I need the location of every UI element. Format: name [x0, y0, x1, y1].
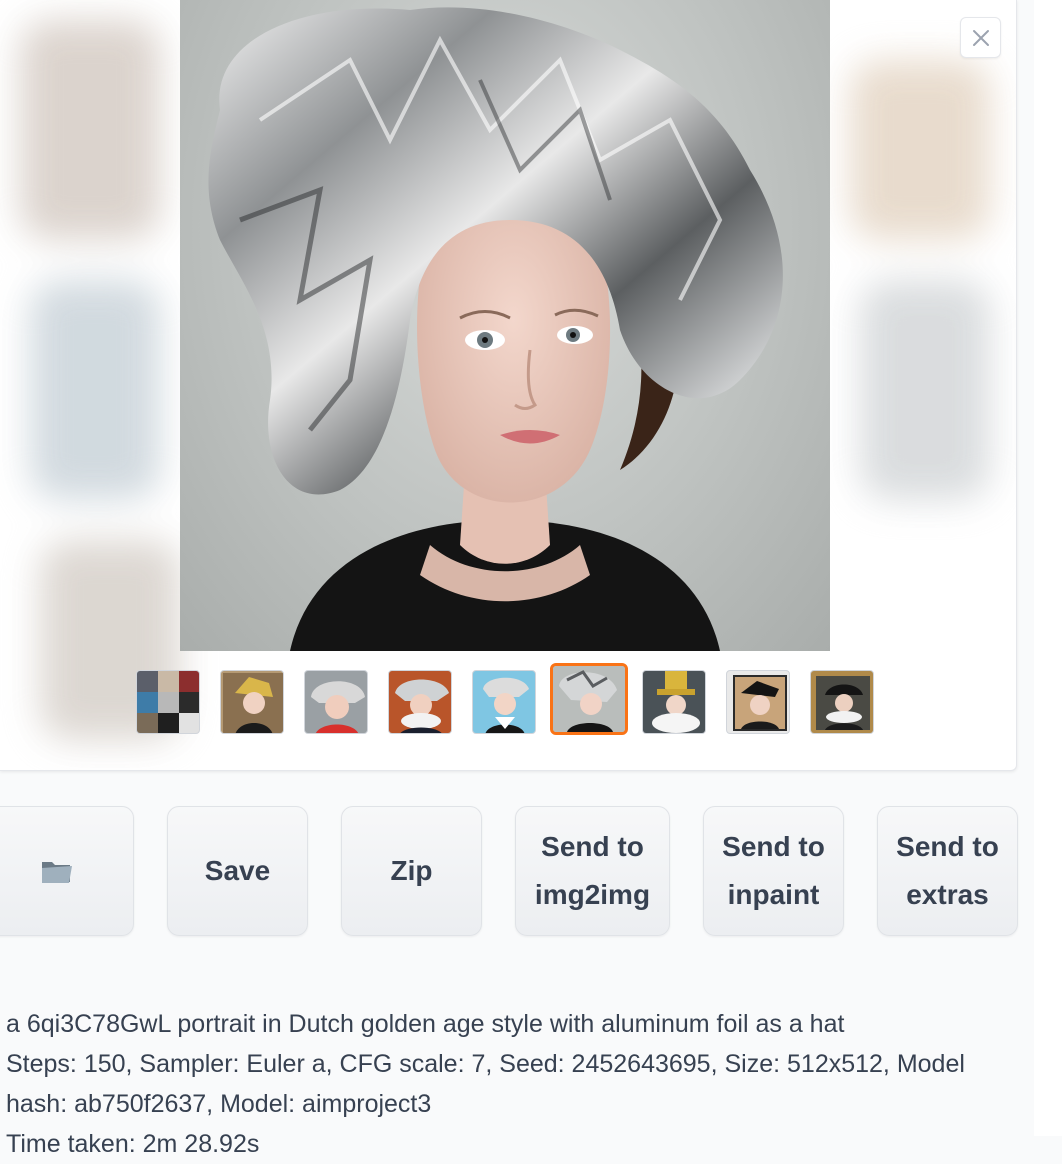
thumbnail-image	[811, 671, 873, 733]
thumbnail[interactable]	[388, 670, 452, 734]
save-button-label: Save	[204, 855, 271, 886]
send-to-inpaint-button[interactable]: Send to inpaint	[703, 806, 844, 936]
send-to-inpaint-label: Send to inpaint	[722, 831, 825, 910]
thumbnail[interactable]	[642, 670, 706, 734]
generation-info: a 6qi3C78GwL portrait in Dutch golden ag…	[6, 1004, 1016, 1164]
send-to-img2img-button[interactable]: Send to img2img	[515, 806, 670, 936]
send-to-extras-button[interactable]: Send to extras	[877, 806, 1018, 936]
thumbnail-image	[389, 671, 451, 733]
thumbnail-image	[727, 671, 789, 733]
thumbnail[interactable]	[472, 670, 536, 734]
folder-icon	[42, 862, 72, 883]
close-icon	[972, 29, 989, 46]
grid-thumbnail-image	[137, 671, 199, 733]
portrait-image	[208, 7, 783, 651]
thumbnail[interactable]	[726, 670, 790, 734]
send-to-img2img-label: Send to img2img	[534, 831, 651, 910]
thumbnail[interactable]	[304, 670, 368, 734]
thumbnail-grid[interactable]	[136, 670, 200, 734]
open-folder-button[interactable]	[0, 806, 134, 936]
thumbnail-strip	[136, 663, 874, 736]
generated-image[interactable]	[180, 0, 830, 651]
thumbnail-image	[305, 671, 367, 733]
thumbnail-image	[553, 666, 625, 732]
image-gallery	[0, 0, 1017, 771]
thumbnail-image	[221, 671, 283, 733]
prompt-text: a 6qi3C78GwL portrait in Dutch golden ag…	[6, 1010, 845, 1038]
thumbnail[interactable]	[220, 670, 284, 734]
close-button[interactable]	[960, 17, 1001, 58]
thumbnail-image	[643, 671, 705, 733]
thumbnail-selected[interactable]	[550, 663, 628, 735]
parameters-text: Steps: 150, Sampler: Euler a, CFG scale:…	[6, 1050, 965, 1118]
save-button[interactable]: Save	[167, 806, 308, 936]
scrollbar-track[interactable]	[1034, 0, 1062, 1136]
thumbnail[interactable]	[810, 670, 874, 734]
thumbnail-image	[473, 671, 535, 733]
time-taken-text: Time taken: 2m 28.92s	[6, 1130, 260, 1158]
zip-button-label: Zip	[390, 855, 433, 886]
zip-button[interactable]: Zip	[341, 806, 482, 936]
send-to-extras-label: Send to extras	[896, 831, 999, 910]
